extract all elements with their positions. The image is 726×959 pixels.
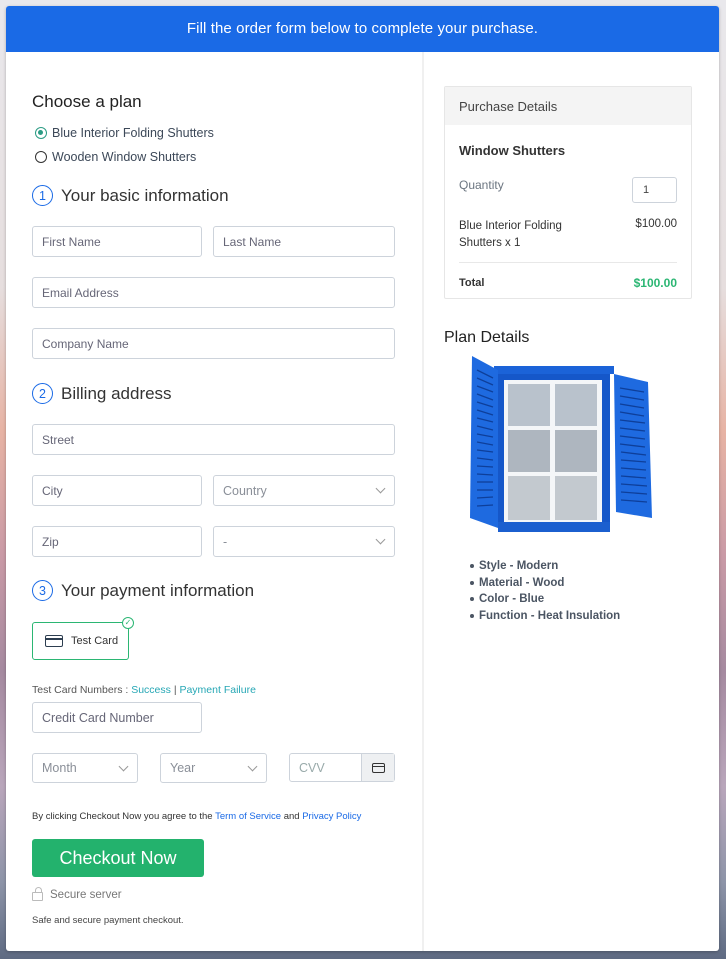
test-card-numbers: Test Card Numbers : Success | Payment Fa… (32, 684, 256, 696)
plan-option-wooden[interactable]: Wooden Window Shutters (35, 150, 196, 164)
summary-divider (459, 262, 677, 263)
lock-icon (32, 887, 43, 901)
terms-prefix: By clicking Checkout Now you agree to th… (32, 811, 213, 822)
chevron-down-icon (375, 534, 386, 545)
terms-and: and (283, 811, 300, 822)
card-number-input[interactable]: Credit Card Number (32, 702, 202, 733)
check-circle-icon: ✓ (122, 617, 134, 629)
country-select[interactable]: Country (213, 475, 395, 506)
step-3-icon: 3 (32, 580, 53, 601)
summary-panel: Purchase Details Window Shutters Quantit… (424, 52, 719, 951)
test-card-option[interactable]: Test Card ✓ (32, 617, 134, 660)
safe-checkout-text: Safe and secure payment checkout. (32, 915, 184, 926)
zip-input[interactable]: Zip (32, 526, 202, 557)
plan-option-blue-interior[interactable]: Blue Interior Folding Shutters (35, 126, 214, 140)
billing-heading: 2 Billing address (32, 383, 172, 404)
section-title: Billing address (61, 383, 172, 403)
state-value: - (223, 534, 228, 549)
year-select[interactable]: Year (160, 753, 267, 783)
secure-server-label: Secure server (50, 888, 122, 901)
terms-of-service-link[interactable]: Term of Service (215, 811, 281, 822)
feature-item: Material - Wood (470, 575, 620, 592)
checkout-card: Fill the order form below to complete yo… (6, 6, 719, 951)
section-title: Your basic information (61, 185, 229, 205)
basic-info-heading: 1 Your basic information (32, 185, 229, 206)
credit-card-icon (45, 635, 63, 647)
email-input[interactable]: Email Address (32, 277, 395, 308)
purchase-details-heading: Purchase Details (445, 87, 691, 125)
credit-card-icon (371, 762, 385, 773)
total-label: Total (459, 277, 485, 289)
cvv-card-button[interactable] (361, 754, 394, 781)
feature-item: Color - Blue (470, 591, 620, 608)
street-input[interactable]: Street (32, 424, 395, 455)
total-value: $100.00 (633, 276, 677, 290)
terms-text: By clicking Checkout Now you agree to th… (32, 811, 361, 822)
line-item-name: Blue Interior Folding Shutters x 1 (459, 220, 562, 249)
chevron-down-icon (118, 761, 129, 771)
company-input[interactable]: Company Name (32, 328, 395, 359)
success-link[interactable]: Success (131, 684, 171, 696)
first-name-input[interactable]: First Name (32, 226, 202, 257)
checkout-now-button[interactable]: Checkout Now (32, 839, 204, 877)
test-card-label: Test Card (71, 635, 119, 647)
section-title: Your payment information (61, 580, 255, 600)
feature-item: Function - Heat Insulation (470, 608, 620, 625)
top-banner: Fill the order form below to complete yo… (6, 6, 719, 52)
plan-details-heading: Plan Details (444, 329, 530, 346)
cvv-input[interactable]: CVV (290, 754, 361, 781)
plan-option-label: Blue Interior Folding Shutters (52, 126, 214, 140)
radio-unselected-icon[interactable] (35, 151, 47, 163)
line-item-price: $100.00 (635, 218, 677, 230)
year-value: Year (170, 761, 196, 775)
secure-server: Secure server (32, 887, 122, 901)
month-select[interactable]: Month (32, 753, 138, 783)
chevron-down-icon (247, 761, 258, 771)
country-value: Country (223, 483, 267, 498)
plan-option-label: Wooden Window Shutters (52, 150, 197, 164)
privacy-policy-link[interactable]: Privacy Policy (302, 811, 361, 822)
payment-heading: 3 Your payment information (32, 580, 254, 601)
radio-selected-icon[interactable] (35, 127, 47, 139)
plan-features-list: Style - Modern Material - Wood Color - B… (470, 558, 620, 624)
state-select[interactable]: - (213, 526, 395, 557)
choose-plan-heading: Choose a plan (32, 92, 142, 111)
quantity-input[interactable]: 1 (632, 177, 677, 203)
purchase-details-box: Purchase Details Window Shutters Quantit… (444, 86, 692, 299)
step-2-icon: 2 (32, 383, 53, 404)
link-separator: | (173, 684, 177, 696)
test-numbers-label: Test Card Numbers : (32, 684, 129, 696)
last-name-input[interactable]: Last Name (213, 226, 395, 257)
chevron-down-icon (375, 483, 386, 494)
month-value: Month (42, 761, 77, 775)
payment-failure-link[interactable]: Payment Failure (179, 684, 255, 696)
cvv-field[interactable]: CVV (289, 753, 395, 782)
product-title: Window Shutters (459, 143, 566, 158)
quantity-label: Quantity (459, 178, 504, 192)
city-input[interactable]: City (32, 475, 202, 506)
step-1-icon: 1 (32, 185, 53, 206)
order-form: Choose a plan Blue Interior Folding Shut… (6, 52, 422, 951)
window-shutters-image (470, 356, 652, 532)
feature-item: Style - Modern (470, 558, 620, 575)
